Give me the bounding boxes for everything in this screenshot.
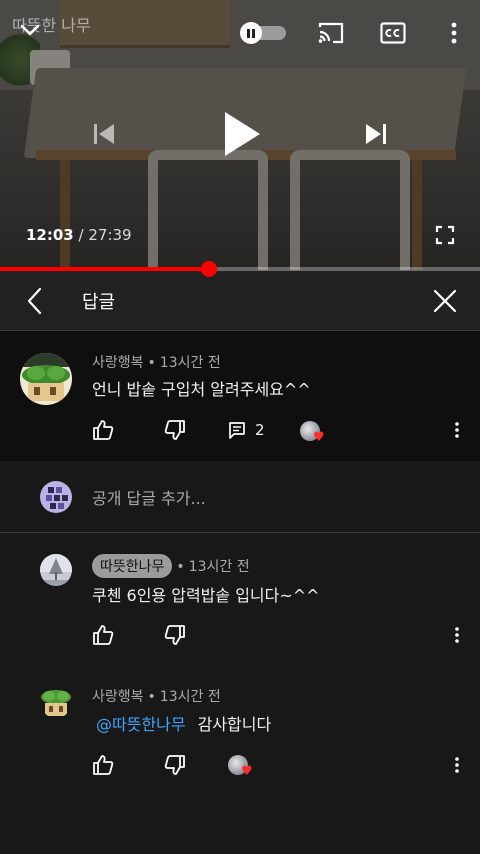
reply-body: 감사합니다 [197,715,272,734]
tree-avatar-icon [40,554,72,586]
cast-button[interactable] [316,20,346,46]
chevron-down-icon [20,24,40,36]
creator-heart-badge: ♥ [228,755,256,781]
like-button[interactable] [90,622,116,648]
more-vertical-icon [455,627,459,643]
more-vertical-icon [451,22,457,44]
reply-more-button[interactable] [447,751,467,779]
fullscreen-button[interactable] [432,222,458,248]
reply-time: 13시간 전 [188,559,250,575]
sprout-avatar-icon [20,353,72,405]
thumbs-down-icon [164,755,185,775]
reply-meta: 따뜻한나무 • 13시간 전 [92,554,250,578]
comment-time: 13시간 전 [159,355,221,371]
avatar[interactable] [20,353,72,405]
time-display: 12:03 / 27:39 [26,226,132,244]
reply-author[interactable]: 사랑행복 [92,689,144,705]
dislike-button[interactable] [162,622,188,648]
replies-panel-header: 답글 [0,272,480,331]
reply-text: 쿠첸 6인용 압력밥솥 입니다~^^ [92,586,320,605]
thumbs-up-icon [93,755,114,775]
creator-chip[interactable]: 따뜻한나무 [92,554,173,578]
reply-more-button[interactable] [447,621,467,649]
reply-count: 2 [255,421,265,439]
user-avatar [40,481,72,513]
thumbs-down-icon [164,420,185,440]
fullscreen-icon [435,225,455,245]
pause-icon [240,22,262,44]
parent-comment: 사랑행복 • 13시간 전 언니 밥솥 구입처 알려주세요^^ 2 ♥ [0,331,480,461]
collapse-button[interactable] [14,14,46,46]
seek-bar-played [0,267,210,271]
autoplay-toggle[interactable] [240,22,286,44]
thumbs-down-icon [164,625,185,645]
reply-meta: 사랑행복 • 13시간 전 [92,689,221,705]
comment-icon [229,422,245,439]
reply-count-button[interactable]: 2 [228,417,265,443]
play-button[interactable] [214,104,270,164]
avatar[interactable] [40,686,72,718]
creator-heart-badge: ♥ [300,421,328,447]
dislike-button[interactable] [162,417,188,443]
previous-button[interactable] [86,116,122,152]
heart-icon: ♥ [241,764,253,779]
avatar[interactable] [40,554,72,586]
next-button[interactable] [358,116,394,152]
play-icon [225,112,260,156]
pixel-avatar-icon [40,481,72,513]
skip-previous-icon [94,124,114,144]
video-player[interactable]: 따뜻한 나무 12:03 / 27:39 [0,0,480,272]
chevron-left-icon [27,287,42,315]
skip-next-icon [366,124,386,144]
player-more-button[interactable] [440,18,468,48]
dislike-button[interactable] [162,752,188,778]
reply-text: @따뜻한나무 감사합니다 [96,711,271,735]
more-vertical-icon [455,757,459,773]
seek-bar[interactable] [0,261,480,277]
like-button[interactable] [90,417,116,443]
add-reply-row[interactable]: 공개 답글 추가... [0,461,480,533]
current-time: 12:03 [26,226,74,244]
thumbs-up-icon [93,420,114,440]
back-button[interactable] [18,284,52,318]
closed-captions-icon [380,22,406,44]
duration: / 27:39 [78,226,132,244]
comment-more-button[interactable] [447,416,467,444]
panel-title: 답글 [82,292,116,313]
more-vertical-icon [455,422,459,438]
like-button[interactable] [90,752,116,778]
close-button[interactable] [428,284,462,318]
thumbs-up-icon [93,625,114,645]
comment-author[interactable]: 사랑행복 [92,355,144,371]
comment-meta: 사랑행복 • 13시간 전 [92,355,221,371]
comment-text: 언니 밥솥 구입처 알려주세요^^ [92,380,311,399]
captions-button[interactable] [378,20,408,46]
add-reply-input[interactable]: 공개 답글 추가... [92,485,206,509]
cast-icon [318,22,344,44]
heart-icon: ♥ [313,430,325,445]
mention-link[interactable]: @따뜻한나무 [96,715,186,734]
sprout-avatar-icon [40,686,72,718]
reply-time: 13시간 전 [159,689,221,705]
close-icon [433,289,457,313]
